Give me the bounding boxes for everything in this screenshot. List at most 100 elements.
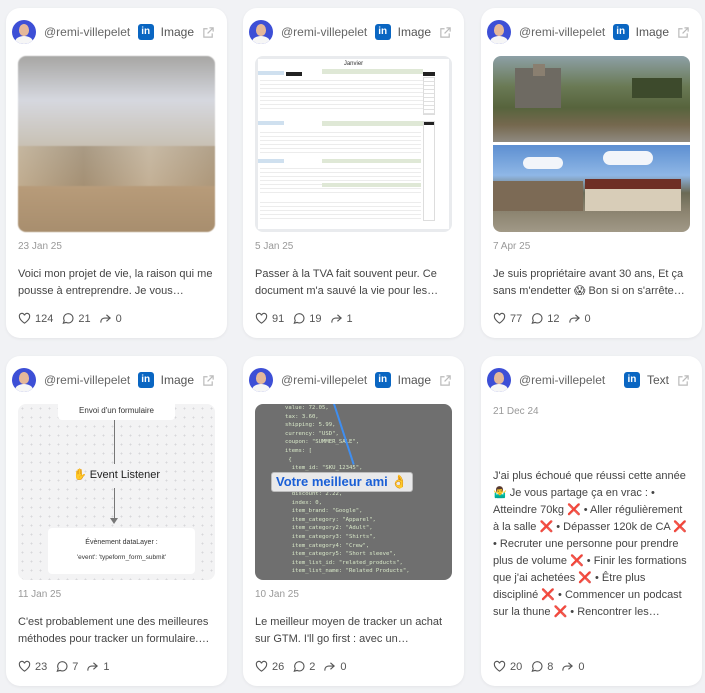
avatar xyxy=(487,368,511,392)
shares-stat: 1 xyxy=(330,312,353,325)
code-line: { xyxy=(285,456,292,463)
post-image[interactable] xyxy=(18,56,215,232)
code-line: item_list_id: "related_products", xyxy=(285,559,403,566)
linkedin-icon: in xyxy=(623,372,640,388)
comment-icon xyxy=(62,313,74,324)
author-handle: @remi-villepelet xyxy=(519,373,606,387)
heart-icon xyxy=(255,312,268,324)
author-handle: @remi-villepelet xyxy=(281,373,368,387)
code-line: item_category2: "Adult", xyxy=(285,525,373,532)
likes-stat: 20 xyxy=(493,660,522,673)
external-link-icon[interactable] xyxy=(439,374,452,387)
post-text: Je suis propriétaire avant 30 ans, Et ça… xyxy=(493,268,684,297)
comments-stat: 7 xyxy=(55,660,78,673)
post-stats: 124 21 0 xyxy=(18,312,130,325)
comment-icon xyxy=(56,661,68,672)
post-card[interactable]: @remi-villepelet in Image 7 Apr 25 Je su… xyxy=(481,8,702,338)
comments-stat: 12 xyxy=(530,312,560,325)
shares-stat: 0 xyxy=(561,660,585,673)
share-icon xyxy=(568,314,580,323)
comments-count: 19 xyxy=(309,312,322,325)
post-type: Image xyxy=(397,373,431,387)
linkedin-icon: in xyxy=(374,372,391,388)
post-stats: 20 8 0 xyxy=(493,660,593,673)
house-photo-top xyxy=(493,56,690,142)
comments-stat: 2 xyxy=(292,660,315,673)
share-icon xyxy=(87,662,99,671)
code-line: value: 72.05, xyxy=(285,405,329,411)
post-text: J'ai plus échoué que réussi cette année … xyxy=(493,470,687,618)
share-icon xyxy=(330,314,342,323)
author-handle: @remi-villepelet xyxy=(44,373,131,387)
code-line: index: 0, xyxy=(285,499,323,506)
post-type: Image xyxy=(397,25,431,39)
likes-stat: 124 xyxy=(18,312,53,325)
heart-icon xyxy=(493,660,506,672)
likes-count: 91 xyxy=(272,312,285,325)
avatar xyxy=(249,20,273,44)
external-link-icon[interactable] xyxy=(677,374,690,387)
avatar xyxy=(12,368,36,392)
external-link-icon[interactable] xyxy=(202,26,215,39)
comments-stat: 19 xyxy=(292,312,322,325)
heart-icon xyxy=(18,312,31,324)
post-stats: 23 7 1 xyxy=(18,660,118,673)
comment-icon xyxy=(293,313,305,324)
comment-icon xyxy=(531,313,543,324)
comment-icon xyxy=(293,661,305,672)
likes-stat: 23 xyxy=(18,660,47,673)
author-handle: @remi-villepelet xyxy=(44,25,131,39)
likes-stat: 91 xyxy=(255,312,284,325)
share-icon xyxy=(99,314,111,323)
likes-count: 77 xyxy=(510,312,523,325)
post-date: 21 Dec 24 xyxy=(493,406,539,417)
avatar xyxy=(487,20,511,44)
flow-mid-label: ✋ Event Listener xyxy=(72,469,161,481)
external-link-icon[interactable] xyxy=(677,26,690,39)
likes-count: 124 xyxy=(35,312,54,325)
post-text: C'est probablement une des meilleures mé… xyxy=(18,616,209,645)
highlight-banner: Votre meilleur ami 👌 xyxy=(271,472,413,492)
avatar xyxy=(249,368,273,392)
post-date: 7 Apr 25 xyxy=(493,241,531,252)
post-stats: 26 2 0 xyxy=(255,660,355,673)
post-type: Image xyxy=(160,373,194,387)
comments-count: 2 xyxy=(309,660,316,673)
post-image[interactable]: Envoi d'un formulaire ✋ Event Listener É… xyxy=(18,404,215,580)
flow-top-box: Envoi d'un formulaire xyxy=(58,404,175,420)
code-line: item_brand: "Google", xyxy=(285,508,363,515)
likes-stat: 77 xyxy=(493,312,522,325)
post-card[interactable]: @remi-villepelet in Text 21 Dec 24 J'ai … xyxy=(481,356,702,686)
shares-count: 0 xyxy=(584,312,591,325)
author-handle: @remi-villepelet xyxy=(281,25,368,39)
post-text: Passer à la TVA fait souvent peur. Ce do… xyxy=(255,268,439,297)
likes-count: 20 xyxy=(510,660,523,673)
post-card[interactable]: @remi-villepelet in Image 23 Jan 25 Voic… xyxy=(6,8,227,338)
external-link-icon[interactable] xyxy=(202,374,215,387)
post-image[interactable]: Janvier xyxy=(255,56,452,232)
comments-count: 21 xyxy=(78,312,91,325)
post-card[interactable]: @remi-villepelet in Image value: 72.05, t… xyxy=(243,356,464,686)
code-line: coupon: "SUMMER_SALE", xyxy=(285,439,360,446)
external-link-icon[interactable] xyxy=(439,26,452,39)
comments-count: 12 xyxy=(547,312,560,325)
avatar xyxy=(12,20,36,44)
post-header: @remi-villepelet in Image xyxy=(481,20,702,44)
post-image[interactable]: value: 72.05, tax: 3.60, shipping: 5.99, cu… xyxy=(255,404,452,580)
linkedin-icon: in xyxy=(612,24,629,40)
code-line: items: [ xyxy=(285,447,312,454)
code-line: currency: "USD", xyxy=(285,430,339,437)
shares-count: 1 xyxy=(103,660,110,673)
post-header: @remi-villepelet in Image xyxy=(6,368,227,392)
post-image[interactable] xyxy=(493,56,690,232)
shares-stat: 0 xyxy=(568,312,591,325)
share-icon xyxy=(324,662,336,671)
post-card[interactable]: @remi-villepelet in Image Envoi d'un for… xyxy=(6,356,227,686)
code-line: item_category5: "Short sleeve", xyxy=(285,551,397,558)
post-date: 10 Jan 25 xyxy=(255,589,299,600)
post-card[interactable]: @remi-villepelet in Image Janvier 5 Jan … xyxy=(243,8,464,338)
post-header: @remi-villepelet in Image xyxy=(243,20,464,44)
shares-count: 1 xyxy=(346,312,353,325)
post-header: @remi-villepelet in Image xyxy=(243,368,464,392)
code-line: tax: 3.60, xyxy=(285,413,319,420)
